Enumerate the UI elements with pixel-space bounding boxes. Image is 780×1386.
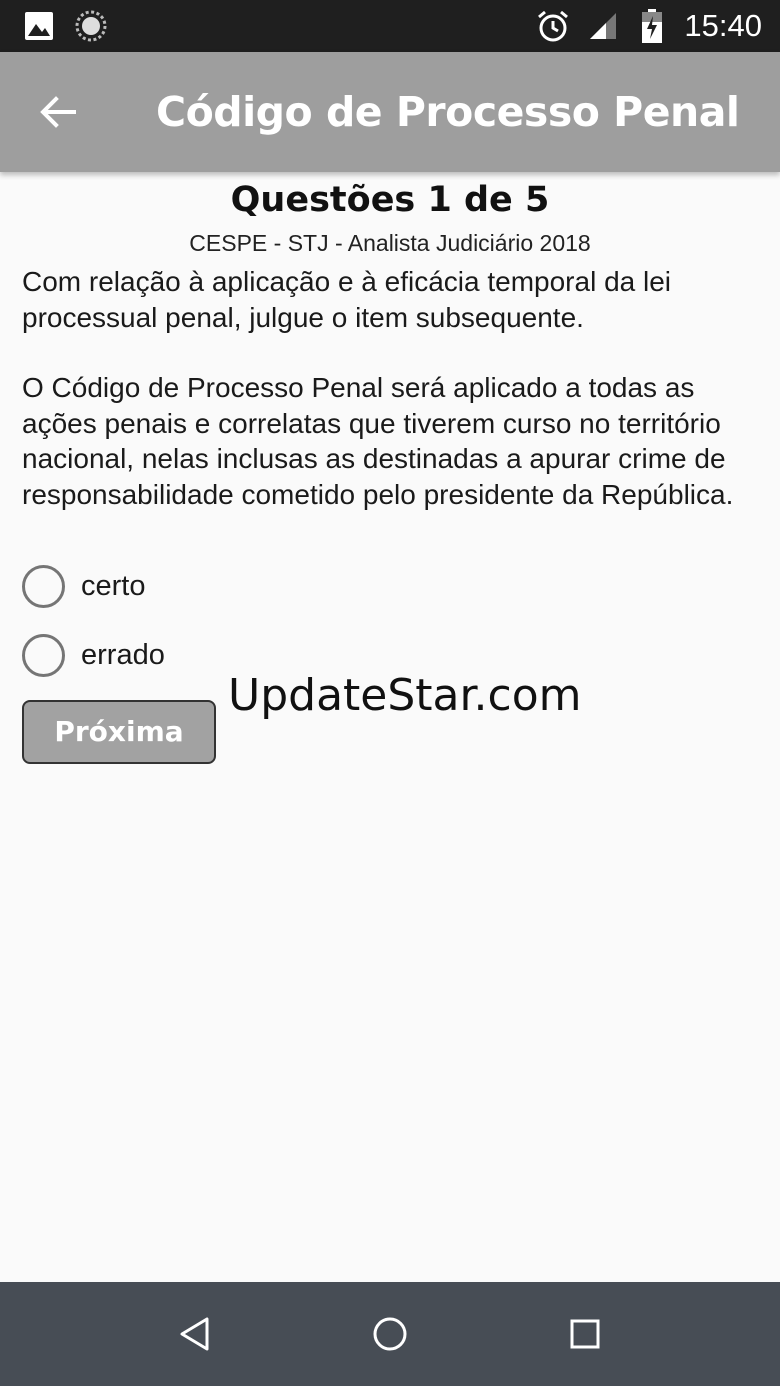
question-source: CESPE - STJ - Analista Judiciário 2018 — [189, 230, 591, 256]
nav-recents-button[interactable] — [555, 1304, 615, 1364]
radio-button[interactable] — [22, 564, 65, 608]
image-icon — [24, 0, 54, 52]
next-button[interactable]: Próxima — [22, 700, 216, 764]
arrow-back-icon — [40, 96, 76, 128]
question-statement: O Código de Processo Penal será aplicado… — [22, 372, 734, 510]
app-bar: Código de Processo Penal — [0, 52, 780, 172]
question-text: Com relação à aplicação e à eficácia tem… — [22, 264, 762, 512]
nav-back-button[interactable] — [165, 1304, 225, 1364]
recents-square-icon — [570, 1319, 600, 1349]
status-time: 15:40 — [684, 8, 762, 43]
battery-icon — [640, 0, 664, 52]
back-triangle-icon — [180, 1317, 209, 1351]
signal-icon — [588, 0, 618, 52]
radio-button[interactable] — [22, 633, 65, 677]
back-button[interactable] — [26, 80, 90, 144]
sync-icon — [74, 0, 108, 52]
question-intro: Com relação à aplicação e à eficácia tem… — [22, 266, 672, 333]
app-title: Código de Processo Penal — [156, 88, 740, 136]
home-circle-icon — [373, 1317, 407, 1351]
option-label: certo — [81, 569, 146, 602]
nav-home-button[interactable] — [360, 1304, 420, 1364]
watermark: UpdateStar.com — [228, 670, 582, 721]
option-label: errado — [81, 638, 165, 671]
option-certo[interactable]: certo — [22, 562, 145, 610]
option-errado[interactable]: errado — [22, 631, 165, 679]
question-counter: Questões 1 de 5 — [230, 180, 550, 220]
status-bar: 15:40 — [0, 0, 780, 52]
alarm-icon — [536, 0, 570, 52]
navigation-bar — [0, 1282, 780, 1386]
